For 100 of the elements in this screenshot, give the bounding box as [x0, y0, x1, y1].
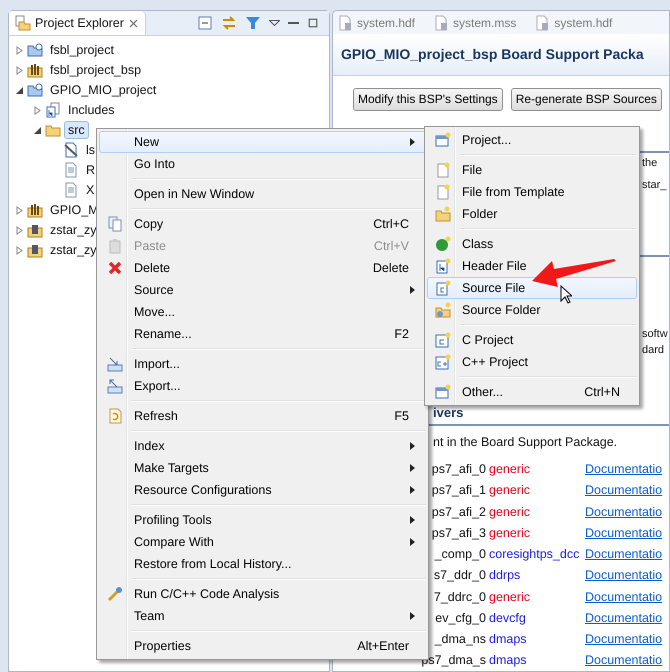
menu-item[interactable]: New: [99, 131, 426, 153]
menu-item[interactable]: Delete Delete: [99, 257, 426, 279]
expand-toggle[interactable]: [15, 86, 24, 94]
editor-tab[interactable]: system.mss: [433, 14, 528, 31]
menu-item[interactable]: Properties Alt+Enter: [99, 635, 426, 657]
documentation-link[interactable]: Documentatio: [585, 526, 662, 540]
peripheral-name: ev_cfg_0: [435, 610, 486, 625]
menu-item[interactable]: Other... Ctrl+N: [427, 381, 637, 403]
menu-item[interactable]: Source Folder: [427, 299, 637, 321]
menu-item[interactable]: Source: [99, 279, 426, 301]
source-file-icon: [435, 280, 451, 296]
submenu-arrow-icon: [410, 286, 415, 294]
magic-wand-icon: [107, 586, 123, 602]
tree-item[interactable]: zstar_zy: [46, 221, 101, 239]
menu-item[interactable]: File: [427, 159, 637, 181]
tree-item[interactable]: Includes: [64, 101, 119, 119]
documentation-link[interactable]: Documentatio: [585, 462, 662, 476]
collapse-all-icon: [197, 15, 213, 31]
filter-icon: [245, 15, 261, 31]
menu-item[interactable]: Go Into: [99, 153, 426, 175]
menu-item[interactable]: Import...: [99, 353, 426, 375]
peripheral-name: ps7_afi_0: [432, 462, 486, 476]
submenu-arrow-icon: [410, 464, 415, 472]
link-arrows-icon: [221, 15, 237, 31]
menu-item[interactable]: Make Targets: [99, 457, 426, 479]
text-fragment: softw: [642, 328, 668, 340]
expand-toggle[interactable]: [15, 246, 24, 254]
documentation-link[interactable]: Documentatio: [585, 632, 662, 646]
menu-item[interactable]: Folder: [427, 203, 637, 225]
menu-item[interactable]: Class: [427, 233, 637, 255]
submenu-arrow-icon: [410, 486, 415, 494]
driver-name: generic: [489, 462, 531, 476]
driver-name: generic: [489, 590, 531, 604]
tree-item[interactable]: fsbl_project: [46, 41, 118, 59]
documentation-link[interactable]: Documentatio: [585, 610, 662, 625]
expand-toggle[interactable]: [33, 126, 42, 134]
menu-item[interactable]: Header File: [427, 255, 637, 277]
tree-item[interactable]: R: [82, 161, 100, 179]
menu-item[interactable]: C Project: [427, 329, 637, 351]
tree-item[interactable]: GPIO_MIO_project: [46, 81, 160, 99]
tree-item[interactable]: ls: [82, 141, 100, 159]
new-project-icon: [435, 132, 451, 148]
menu-item[interactable]: Compare With: [99, 531, 426, 553]
menu-item[interactable]: Export...: [99, 375, 426, 397]
driver-name: dmaps: [489, 632, 528, 646]
menu-item[interactable]: Project...: [427, 129, 637, 151]
documentation-link[interactable]: Documentatio: [585, 504, 662, 519]
view-tab[interactable]: Project Explorer: [9, 11, 146, 35]
menu-item[interactable]: Copy Ctrl+C: [99, 213, 426, 235]
source-folder-icon: [435, 302, 451, 318]
expand-toggle[interactable]: [15, 66, 24, 74]
expand-toggle[interactable]: [15, 206, 24, 214]
file-icon: [63, 182, 79, 198]
menu-item[interactable]: C++ Project: [427, 351, 637, 373]
driver-name: generic: [489, 504, 531, 519]
section-description: nt in the Board Support Package.: [433, 435, 618, 450]
documentation-link[interactable]: Documentatio: [585, 483, 662, 498]
menu-item[interactable]: File from Template: [427, 181, 637, 203]
menu-item[interactable]: Restore from Local History...: [99, 553, 426, 575]
tree-item[interactable]: X: [82, 181, 98, 199]
menu-item[interactable]: Run C/C++ Code Analysis: [99, 583, 426, 605]
mouse-cursor-icon: [560, 285, 572, 304]
file-icon: [63, 162, 79, 178]
documentation-link[interactable]: Documentatio: [585, 547, 662, 562]
editor-tab[interactable]: system.hdf: [534, 14, 624, 31]
menu-item[interactable]: Rename... F2: [99, 323, 426, 345]
peripheral-name: _comp_0: [434, 547, 486, 562]
menu-item[interactable]: Source File: [427, 277, 637, 299]
menu-item[interactable]: Refresh F5: [99, 405, 426, 427]
submenu-arrow-icon: [410, 516, 415, 524]
text-fragment: dard: [642, 344, 664, 356]
section-heading: ivers: [433, 404, 464, 420]
menu-item[interactable]: Open in New Window: [99, 183, 426, 205]
project-folder-icon: [27, 42, 43, 58]
documentation-link[interactable]: Documentatio: [585, 590, 662, 604]
close-icon: [128, 18, 139, 28]
menu-item[interactable]: Move...: [99, 301, 426, 323]
expand-toggle[interactable]: [15, 226, 24, 234]
header-file-icon: [435, 258, 451, 274]
tree-item[interactable]: src: [64, 121, 89, 139]
expand-toggle[interactable]: [33, 106, 42, 114]
tree-item[interactable]: zstar_zy: [46, 241, 101, 259]
new-file-icon: [435, 184, 451, 200]
editor-tab[interactable]: system.hdf: [337, 14, 428, 31]
menu-item[interactable]: Team: [99, 605, 426, 627]
c-project-icon: [435, 332, 451, 348]
menu-item[interactable]: Profiling Tools: [99, 509, 426, 531]
documentation-link[interactable]: Documentatio: [585, 568, 662, 582]
new-folder-icon: [435, 206, 451, 222]
menu-item[interactable]: Resource Configurations: [99, 479, 426, 501]
bsp-button[interactable]: Re-generate BSP Sources: [510, 88, 662, 111]
peripheral-name: ps7_afi_2: [432, 504, 486, 519]
import-icon: [107, 356, 123, 372]
copy-icon: [107, 216, 123, 232]
menu-item[interactable]: Index: [99, 435, 426, 457]
expand-toggle[interactable]: [15, 46, 24, 54]
bsp-button[interactable]: Modify this BSP's Settings: [353, 88, 503, 111]
driver-name: ddrps: [489, 568, 522, 582]
tree-item[interactable]: fsbl_project_bsp: [46, 61, 146, 79]
documentation-link[interactable]: Documentatio: [585, 653, 662, 668]
